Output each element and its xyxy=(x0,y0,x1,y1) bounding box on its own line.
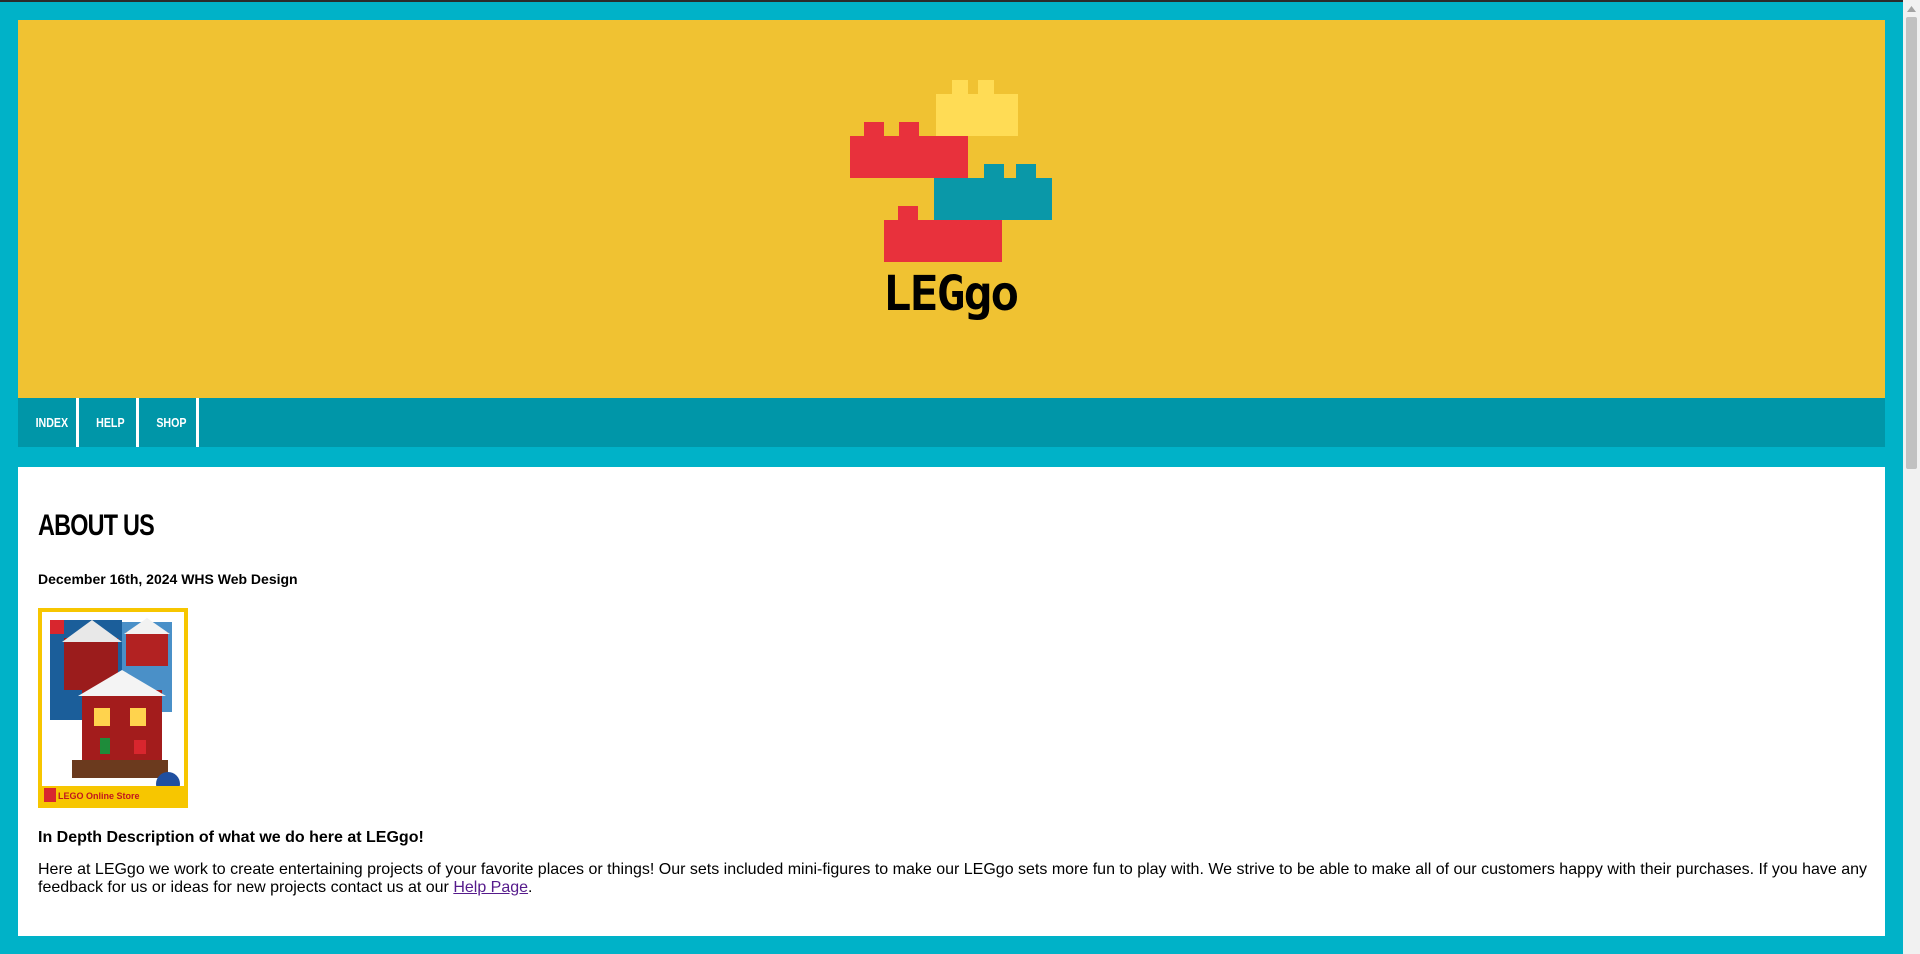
help-page-link[interactable]: Help Page xyxy=(453,879,528,896)
section-subheading: In Depth Description of what we do here … xyxy=(38,829,424,846)
nav-cell-shop: SHOP xyxy=(139,398,199,447)
lego-set-box-image[interactable]: LEGO Online Store xyxy=(38,608,188,808)
main-nav: INDEX HELP SHOP xyxy=(18,398,1885,447)
scrollbar-thumb[interactable] xyxy=(1906,17,1917,469)
paragraph-text: Here at LEGgo we work to create entertai… xyxy=(38,861,1868,896)
dateline: December 16th, 2024 WHS Web Design xyxy=(38,571,298,587)
header-banner: LEGgo xyxy=(18,20,1885,398)
page-container: LEGgo INDEX HELP SHOP ABOUT US December … xyxy=(18,20,1885,936)
window-top-border xyxy=(0,0,1920,2)
page-title: ABOUT US xyxy=(38,509,155,542)
chevron-up-icon[interactable] xyxy=(1903,0,1920,17)
lego-box-art: LEGO Online Store xyxy=(42,612,184,804)
image-caption: LEGO Online Store xyxy=(58,791,140,801)
nav-link-help[interactable]: HELP xyxy=(85,398,136,447)
nav-link-shop[interactable]: SHOP xyxy=(145,398,198,447)
content-panel: ABOUT US December 16th, 2024 WHS Web Des… xyxy=(18,467,1885,936)
paragraph-end: . xyxy=(528,879,533,896)
nav-link-index[interactable]: INDEX xyxy=(24,398,80,447)
leggo-logo[interactable]: LEGgo xyxy=(850,80,1070,340)
vertical-scrollbar[interactable] xyxy=(1903,0,1920,954)
nav-cell-index: INDEX xyxy=(18,398,79,447)
nav-cell-help: HELP xyxy=(79,398,139,447)
logo-text: LEGgo xyxy=(883,266,1018,322)
about-paragraph: Here at LEGgo we work to create entertai… xyxy=(38,861,1868,897)
